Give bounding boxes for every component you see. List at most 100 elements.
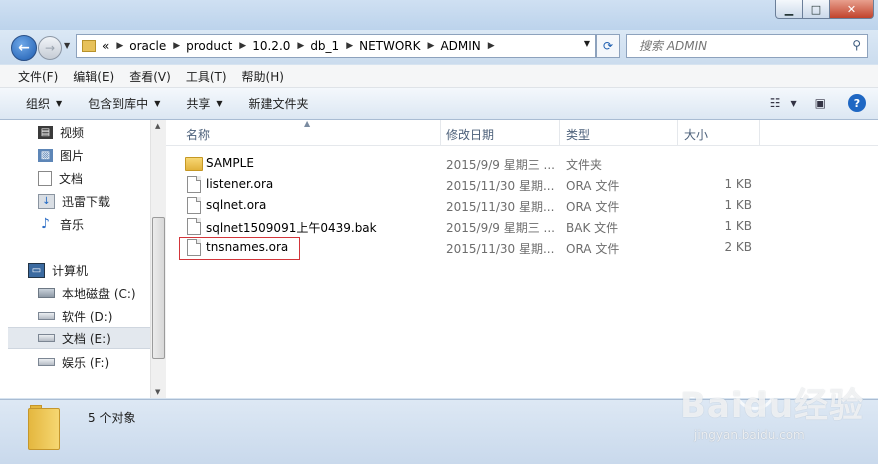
window-titlebar: ▁ □ ✕ xyxy=(0,0,878,30)
chevron-right-icon[interactable]: ▶ xyxy=(488,41,495,51)
column-header-size[interactable]: 大小 xyxy=(684,126,708,143)
file-list: ▲ 名称 修改日期 类型 大小 SAMPLE 2015/9/9 星期三 ... … xyxy=(166,119,878,398)
menu-file[interactable]: 文件(F) xyxy=(18,68,58,85)
search-box[interactable]: ⚲ xyxy=(626,34,868,58)
nav-item-videos[interactable]: ▤ 视频 xyxy=(38,121,84,143)
chevron-right-icon[interactable]: ▶ xyxy=(116,41,123,51)
column-headers: ▲ 名称 修改日期 类型 大小 xyxy=(166,119,878,146)
refresh-button[interactable]: ⟳ xyxy=(596,34,620,58)
breadcrumb-product[interactable]: product xyxy=(186,39,232,53)
menu-bar: 文件(F) 编辑(E) 查看(V) 工具(T) 帮助(H) xyxy=(0,65,878,88)
nav-item-documents[interactable]: 文档 xyxy=(38,167,83,189)
video-library-icon: ▤ xyxy=(38,125,53,139)
nav-scrollbar[interactable]: ▲ ▼ xyxy=(150,120,166,398)
nav-item-drive-f[interactable]: 娱乐 (F:) xyxy=(38,351,109,373)
folder-icon xyxy=(28,405,62,450)
scroll-down-icon[interactable]: ▼ xyxy=(155,388,160,396)
column-header-type[interactable]: 类型 xyxy=(566,126,590,143)
download-folder-icon: ↓ xyxy=(38,193,55,209)
chevron-right-icon[interactable]: ▶ xyxy=(428,41,435,51)
menu-edit[interactable]: 编辑(E) xyxy=(73,68,114,85)
forward-button[interactable]: → xyxy=(38,36,62,60)
chevron-right-icon[interactable]: ▶ xyxy=(173,41,180,51)
column-divider[interactable] xyxy=(759,120,760,145)
preview-pane-icon[interactable]: ▣ xyxy=(815,96,826,110)
help-icon[interactable]: ? xyxy=(848,94,866,112)
nav-item-label: 计算机 xyxy=(52,263,89,278)
chevron-right-icon[interactable]: ▶ xyxy=(297,41,304,51)
file-name: sqlnet.ora xyxy=(206,198,267,212)
minimize-button[interactable]: ▁ xyxy=(775,0,803,19)
search-icon[interactable]: ⚲ xyxy=(852,38,861,52)
breadcrumb: « ▶ oracle ▶ product ▶ 10.2.0 ▶ db_1 ▶ N… xyxy=(102,39,501,53)
file-date: 2015/9/9 星期三 ... xyxy=(446,158,555,172)
organize-label: 组织 xyxy=(26,97,51,111)
column-divider[interactable] xyxy=(677,120,678,145)
nav-item-label: 文档 (E:) xyxy=(62,331,111,346)
file-row[interactable]: listener.ora 2015/11/30 星期... ORA 文件 1 K… xyxy=(166,174,878,195)
nav-item-pictures[interactable]: ▨ 图片 xyxy=(38,144,84,166)
file-row[interactable]: sqlnet1509091上午0439.bak 2015/9/9 星期三 ...… xyxy=(166,216,878,237)
file-row[interactable]: sqlnet.ora 2015/11/30 星期... ORA 文件 1 KB xyxy=(166,195,878,216)
scroll-up-icon[interactable]: ▲ xyxy=(155,122,160,130)
nav-item-drive-d[interactable]: 软件 (D:) xyxy=(38,305,112,327)
file-icon xyxy=(187,176,201,193)
close-button[interactable]: ✕ xyxy=(830,0,874,19)
file-size: 1 KB xyxy=(724,198,752,212)
breadcrumb-oracle[interactable]: oracle xyxy=(129,39,166,53)
file-type: ORA 文件 xyxy=(566,200,620,214)
nav-item-label: 文档 xyxy=(59,171,84,186)
nav-item-label: 视频 xyxy=(60,125,85,140)
nav-item-label: 音乐 xyxy=(60,217,85,232)
breadcrumb-admin[interactable]: ADMIN xyxy=(440,39,480,53)
column-divider[interactable] xyxy=(559,120,560,145)
chevron-right-icon[interactable]: ▶ xyxy=(239,41,246,51)
view-options-icon[interactable]: ☷ xyxy=(770,96,781,110)
navigation-pane: ▤ 视频 ▨ 图片 文档 ↓ 迅雷下载 ♪ 音乐 ▭ 计算机 本地磁盘 (C:)… xyxy=(0,120,150,398)
new-folder-button[interactable]: 新建文件夹 xyxy=(249,95,309,112)
share-button[interactable]: 共享 ▼ xyxy=(186,95,222,112)
file-date: 2015/11/30 星期... xyxy=(446,242,555,256)
drive-icon xyxy=(38,334,55,342)
chevron-right-icon[interactable]: ▶ xyxy=(346,41,353,51)
breadcrumb-10-2-0[interactable]: 10.2.0 xyxy=(252,39,290,53)
address-bar[interactable]: « ▶ oracle ▶ product ▶ 10.2.0 ▶ db_1 ▶ N… xyxy=(76,34,596,58)
nav-item-music[interactable]: ♪ 音乐 xyxy=(38,213,84,235)
annotation-highlight-box xyxy=(179,237,300,260)
share-label: 共享 xyxy=(186,97,211,111)
file-type: 文件夹 xyxy=(566,158,603,172)
computer-icon: ▭ xyxy=(28,262,45,278)
window-controls: ▁ □ ✕ xyxy=(775,0,874,19)
menu-view[interactable]: 查看(V) xyxy=(129,68,171,85)
column-header-name[interactable]: 名称 xyxy=(186,126,210,143)
folder-icon xyxy=(185,157,203,171)
new-folder-label: 新建文件夹 xyxy=(248,97,309,111)
breadcrumb-network[interactable]: NETWORK xyxy=(359,39,420,53)
nav-item-xunlei-download[interactable]: ↓ 迅雷下载 xyxy=(38,190,110,212)
search-input[interactable] xyxy=(637,35,841,57)
include-in-library-button[interactable]: 包含到库中 ▼ xyxy=(88,95,160,112)
column-divider[interactable] xyxy=(440,120,441,145)
nav-item-drive-e[interactable]: 文档 (E:) xyxy=(8,327,150,349)
view-controls: ☷ ▼ ▣ ? xyxy=(756,94,866,112)
menu-help[interactable]: 帮助(H) xyxy=(242,68,284,85)
file-icon xyxy=(187,197,201,214)
organize-button[interactable]: 组织 ▼ xyxy=(26,95,62,112)
details-pane: 5 个对象 xyxy=(0,399,878,464)
menu-tools[interactable]: 工具(T) xyxy=(186,68,227,85)
item-count: 5 个对象 xyxy=(88,411,136,425)
file-row[interactable]: SAMPLE 2015/9/9 星期三 ... 文件夹 xyxy=(166,153,878,174)
recent-pages-dropdown-icon[interactable]: ▼ xyxy=(64,41,70,50)
file-size: 2 KB xyxy=(724,240,752,254)
back-button[interactable]: ← xyxy=(11,35,37,61)
maximize-button[interactable]: □ xyxy=(803,0,830,19)
nav-item-computer[interactable]: ▭ 计算机 xyxy=(28,259,88,281)
music-library-icon: ♪ xyxy=(41,216,50,232)
breadcrumb-overflow[interactable]: « xyxy=(102,39,109,53)
column-header-date[interactable]: 修改日期 xyxy=(446,126,494,143)
address-dropdown-icon[interactable]: ▼ xyxy=(584,39,590,48)
breadcrumb-db-1[interactable]: db_1 xyxy=(310,39,339,53)
scroll-thumb[interactable] xyxy=(152,217,165,359)
view-dropdown-icon[interactable]: ▼ xyxy=(791,99,797,108)
nav-item-drive-c[interactable]: 本地磁盘 (C:) xyxy=(38,282,136,304)
